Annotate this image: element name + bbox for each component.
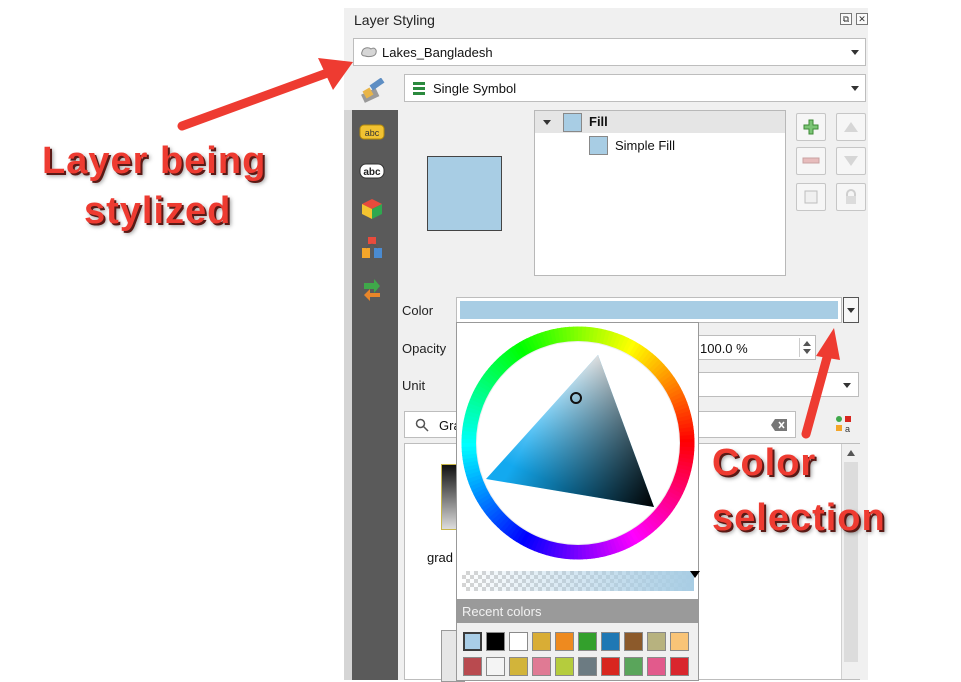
renderer-select[interactable]: Single Symbol bbox=[404, 74, 866, 102]
tree-simple-fill-label: Simple Fill bbox=[615, 138, 675, 153]
recent-color-swatch[interactable] bbox=[555, 632, 574, 651]
recent-color-swatch[interactable] bbox=[647, 632, 666, 651]
tree-fill-label: Fill bbox=[589, 114, 608, 129]
clear-icon[interactable] bbox=[771, 419, 787, 431]
float-panel-button[interactable]: ⧉ bbox=[840, 13, 852, 25]
arrow-to-layer bbox=[177, 58, 353, 131]
unit-label: Unit bbox=[402, 378, 426, 393]
duplicate-button[interactable] bbox=[796, 183, 826, 211]
symbol-preview bbox=[427, 156, 502, 231]
opacity-slider[interactable] bbox=[462, 571, 700, 591]
recent-color-swatch[interactable] bbox=[578, 657, 597, 676]
arrow-to-color bbox=[801, 328, 840, 439]
recent-color-swatch[interactable] bbox=[509, 657, 528, 676]
chevron-down-icon bbox=[851, 86, 859, 91]
recent-color-swatch[interactable] bbox=[578, 632, 597, 651]
masks-icon[interactable]: abc bbox=[359, 160, 385, 182]
recent-color-swatch[interactable] bbox=[647, 657, 666, 676]
recent-color-swatch[interactable] bbox=[463, 632, 482, 651]
recent-color-swatch[interactable] bbox=[624, 657, 643, 676]
down-triangle-icon bbox=[844, 156, 858, 166]
lock-button[interactable] bbox=[836, 183, 866, 211]
style-sidebar bbox=[352, 110, 398, 680]
3d-view-icon[interactable] bbox=[359, 198, 385, 220]
labels-icon[interactable]: abc bbox=[359, 121, 385, 143]
recent-colors-area bbox=[457, 623, 698, 680]
lock-icon bbox=[846, 189, 856, 204]
add-symbol-layer-button[interactable] bbox=[796, 113, 826, 141]
panel-title: Layer Styling bbox=[354, 12, 435, 28]
recent-colors-header: Recent colors bbox=[457, 599, 698, 623]
recent-color-swatch[interactable] bbox=[624, 632, 643, 651]
minus-icon bbox=[802, 157, 820, 164]
recent-colors-row-2 bbox=[463, 657, 689, 676]
color-menu-button[interactable] bbox=[843, 297, 859, 323]
annotation-layer-line-2: stylized bbox=[84, 190, 232, 232]
color-picker-popup: Recent colors bbox=[456, 322, 700, 681]
annotation-color-line-2: selection bbox=[712, 497, 886, 539]
up-triangle-icon bbox=[844, 122, 858, 132]
scroll-thumb[interactable] bbox=[844, 462, 858, 662]
opacity-label: Opacity bbox=[402, 341, 447, 356]
opacity-value: 100.0 % bbox=[700, 341, 748, 356]
move-up-button[interactable] bbox=[836, 113, 866, 141]
gradient-item-label: grad bbox=[427, 550, 454, 565]
close-panel-button[interactable]: ✕ bbox=[856, 13, 868, 25]
recent-color-swatch[interactable] bbox=[555, 657, 574, 676]
color-swatch-bar bbox=[460, 301, 838, 319]
recent-colors-row-1 bbox=[463, 632, 689, 651]
history-icon[interactable] bbox=[359, 278, 385, 301]
list-scrollbar[interactable] bbox=[841, 444, 860, 679]
annotation-color-line-1: Color bbox=[712, 442, 817, 484]
recent-color-swatch[interactable] bbox=[486, 657, 505, 676]
polygon-layer-icon bbox=[361, 47, 377, 58]
color-wheel[interactable] bbox=[460, 325, 696, 561]
plus-icon bbox=[803, 119, 819, 135]
renderer-label: Single Symbol bbox=[433, 81, 517, 96]
fill-swatch bbox=[563, 113, 582, 132]
single-symbol-icon bbox=[413, 82, 425, 95]
remove-symbol-layer-button[interactable] bbox=[796, 147, 826, 175]
svg-text:abc: abc bbox=[363, 167, 381, 178]
symbol-layer-tree: Fill Simple Fill bbox=[534, 110, 786, 276]
tree-item-fill[interactable]: Fill bbox=[535, 111, 785, 133]
svg-text:abc: abc bbox=[365, 128, 380, 138]
move-down-button[interactable] bbox=[836, 147, 866, 175]
recent-color-swatch[interactable] bbox=[486, 632, 505, 651]
opacity-slider-handle[interactable] bbox=[690, 571, 700, 578]
tree-item-simple-fill[interactable]: Simple Fill bbox=[535, 135, 785, 157]
recent-color-swatch[interactable] bbox=[670, 632, 689, 651]
chevron-down-icon bbox=[851, 50, 859, 55]
recent-color-swatch[interactable] bbox=[601, 632, 620, 651]
paintbrush-icon[interactable] bbox=[360, 78, 388, 104]
search-icon bbox=[415, 418, 429, 432]
recent-color-swatch[interactable] bbox=[670, 657, 689, 676]
duplicate-icon bbox=[804, 190, 818, 204]
recent-color-swatch[interactable] bbox=[601, 657, 620, 676]
scroll-up-icon[interactable] bbox=[846, 449, 856, 457]
annotation-layer-line-1: Layer being bbox=[42, 140, 267, 182]
chevron-down-icon[interactable] bbox=[543, 120, 551, 125]
recent-color-swatch[interactable] bbox=[509, 632, 528, 651]
recent-color-swatch[interactable] bbox=[532, 657, 551, 676]
color-button[interactable] bbox=[456, 297, 842, 323]
recent-color-swatch[interactable] bbox=[463, 657, 482, 676]
simple-fill-swatch bbox=[589, 136, 608, 155]
recent-colors-label: Recent colors bbox=[462, 604, 542, 619]
layer-select[interactable]: Lakes_Bangladesh bbox=[353, 38, 866, 66]
layer-name: Lakes_Bangladesh bbox=[382, 45, 493, 60]
diagrams-icon[interactable] bbox=[359, 237, 385, 259]
chevron-down-icon bbox=[847, 308, 855, 313]
panel-splitter[interactable] bbox=[344, 110, 352, 680]
recent-color-swatch[interactable] bbox=[532, 632, 551, 651]
color-label: Color bbox=[402, 303, 434, 318]
